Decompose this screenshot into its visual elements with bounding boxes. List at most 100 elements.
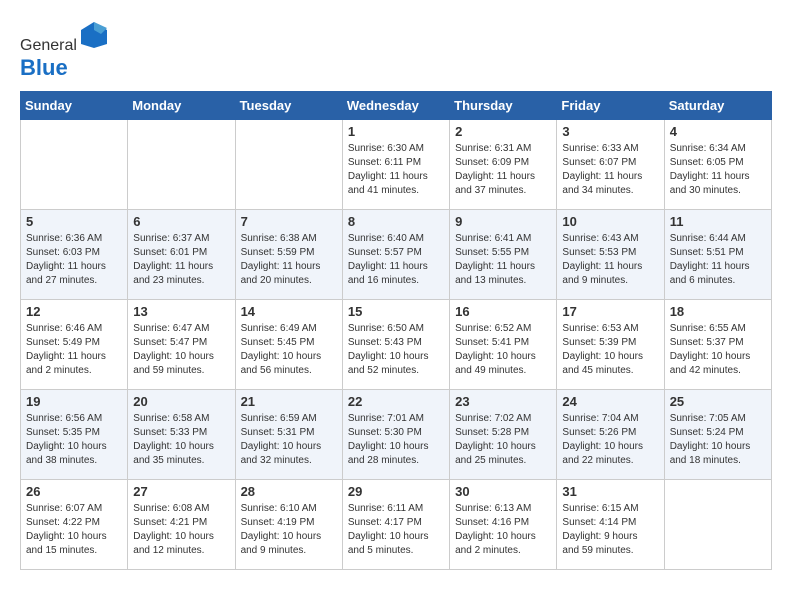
weekday-header-row: SundayMondayTuesdayWednesdayThursdayFrid… <box>21 92 772 120</box>
day-info: Sunrise: 6:38 AM Sunset: 5:59 PM Dayligh… <box>241 232 337 288</box>
calendar-week-row: 26 Sunrise: 6:07 AM Sunset: 4:22 PM Dayli… <box>21 480 772 570</box>
day-info: Sunrise: 7:04 AM Sunset: 5:26 PM Dayligh… <box>562 412 658 468</box>
calendar-cell: 14Sunrise: 6:49 AM Sunset: 5:45 PM Dayli… <box>235 300 342 390</box>
calendar-cell: 21Sunrise: 6:59 AM Sunset: 5:31 PM Dayli… <box>235 390 342 480</box>
day-info: Sunrise: 6:36 AM Sunset: 6:03 PM Dayligh… <box>26 232 122 288</box>
day-number: 17 <box>562 304 658 319</box>
calendar-cell: 26 Sunrise: 6:07 AM Sunset: 4:22 PM Dayli… <box>21 480 128 570</box>
day-number: 22 <box>348 394 444 409</box>
day-info: Sunrise: 6:07 AM Sunset: 4:22 PM Dayligh… <box>26 502 122 558</box>
calendar-cell <box>664 480 771 570</box>
logo-icon <box>79 20 109 50</box>
day-number: 14 <box>241 304 337 319</box>
day-info: Sunrise: 6:40 AM Sunset: 5:57 PM Dayligh… <box>348 232 444 288</box>
day-info: Sunrise: 6:34 AM Sunset: 6:05 PM Dayligh… <box>670 142 766 198</box>
day-number: 16 <box>455 304 551 319</box>
calendar-cell: 5 Sunrise: 6:36 AM Sunset: 6:03 PM Daylig… <box>21 210 128 300</box>
weekday-header: Thursday <box>450 92 557 120</box>
day-info: Sunrise: 6:10 AM Sunset: 4:19 PM Dayligh… <box>241 502 337 558</box>
calendar-cell: 3 Sunrise: 6:33 AM Sunset: 6:07 PM Daylig… <box>557 120 664 210</box>
calendar-cell: 13 Sunrise: 6:47 AM Sunset: 5:47 PM Dayli… <box>128 300 235 390</box>
day-info: Sunrise: 7:02 AM Sunset: 5:28 PM Dayligh… <box>455 412 551 468</box>
calendar-cell: 7 Sunrise: 6:38 AM Sunset: 5:59 PM Daylig… <box>235 210 342 300</box>
logo: General Blue <box>20 20 109 81</box>
day-info: Sunrise: 6:15 AM Sunset: 4:14 PM Dayligh… <box>562 502 658 558</box>
day-info: Sunrise: 6:31 AM Sunset: 6:09 PM Dayligh… <box>455 142 551 198</box>
day-info: Sunrise: 6:43 AM Sunset: 5:53 PM Dayligh… <box>562 232 658 288</box>
day-info: Sunrise: 6:33 AM Sunset: 6:07 PM Dayligh… <box>562 142 658 198</box>
calendar-cell: 17Sunrise: 6:53 AM Sunset: 5:39 PM Dayli… <box>557 300 664 390</box>
calendar-week-row: 19Sunrise: 6:56 AM Sunset: 5:35 PM Dayli… <box>21 390 772 480</box>
calendar-cell: 9Sunrise: 6:41 AM Sunset: 5:55 PM Daylig… <box>450 210 557 300</box>
day-info: Sunrise: 6:46 AM Sunset: 5:49 PM Dayligh… <box>26 322 122 378</box>
day-info: Sunrise: 6:52 AM Sunset: 5:41 PM Dayligh… <box>455 322 551 378</box>
day-number: 1 <box>348 124 444 139</box>
weekday-header: Friday <box>557 92 664 120</box>
calendar-cell: 15Sunrise: 6:50 AM Sunset: 5:43 PM Dayli… <box>342 300 449 390</box>
day-number: 8 <box>348 214 444 229</box>
day-number: 4 <box>670 124 766 139</box>
calendar-cell: 12 Sunrise: 6:46 AM Sunset: 5:49 PM Dayli… <box>21 300 128 390</box>
calendar-week-row: 12 Sunrise: 6:46 AM Sunset: 5:49 PM Dayli… <box>21 300 772 390</box>
day-info: Sunrise: 6:58 AM Sunset: 5:33 PM Dayligh… <box>133 412 229 468</box>
weekday-header: Sunday <box>21 92 128 120</box>
day-info: Sunrise: 6:55 AM Sunset: 5:37 PM Dayligh… <box>670 322 766 378</box>
day-number: 31 <box>562 484 658 499</box>
calendar-cell: 6 Sunrise: 6:37 AM Sunset: 6:01 PM Daylig… <box>128 210 235 300</box>
weekday-header: Wednesday <box>342 92 449 120</box>
calendar-cell: 20 Sunrise: 6:58 AM Sunset: 5:33 PM Dayli… <box>128 390 235 480</box>
calendar-week-row: 1 Sunrise: 6:30 AM Sunset: 6:11 PM Daylig… <box>21 120 772 210</box>
calendar-cell: 2 Sunrise: 6:31 AM Sunset: 6:09 PM Daylig… <box>450 120 557 210</box>
logo-blue-text: Blue <box>20 55 68 80</box>
day-number: 5 <box>26 214 122 229</box>
day-info: Sunrise: 7:05 AM Sunset: 5:24 PM Dayligh… <box>670 412 766 468</box>
day-number: 9 <box>455 214 551 229</box>
day-number: 25 <box>670 394 766 409</box>
calendar-cell: 27 Sunrise: 6:08 AM Sunset: 4:21 PM Dayli… <box>128 480 235 570</box>
calendar-cell: 24Sunrise: 7:04 AM Sunset: 5:26 PM Dayli… <box>557 390 664 480</box>
day-number: 27 <box>133 484 229 499</box>
calendar-cell <box>128 120 235 210</box>
day-number: 20 <box>133 394 229 409</box>
day-number: 3 <box>562 124 658 139</box>
day-info: Sunrise: 6:47 AM Sunset: 5:47 PM Dayligh… <box>133 322 229 378</box>
page-header: General Blue <box>20 20 772 81</box>
day-info: Sunrise: 6:37 AM Sunset: 6:01 PM Dayligh… <box>133 232 229 288</box>
day-info: Sunrise: 6:11 AM Sunset: 4:17 PM Dayligh… <box>348 502 444 558</box>
day-number: 15 <box>348 304 444 319</box>
calendar-cell <box>235 120 342 210</box>
day-info: Sunrise: 6:08 AM Sunset: 4:21 PM Dayligh… <box>133 502 229 558</box>
day-info: Sunrise: 6:44 AM Sunset: 5:51 PM Dayligh… <box>670 232 766 288</box>
day-info: Sunrise: 7:01 AM Sunset: 5:30 PM Dayligh… <box>348 412 444 468</box>
day-number: 28 <box>241 484 337 499</box>
calendar-table: SundayMondayTuesdayWednesdayThursdayFrid… <box>20 91 772 570</box>
weekday-header: Saturday <box>664 92 771 120</box>
day-number: 7 <box>241 214 337 229</box>
calendar-cell: 30Sunrise: 6:13 AM Sunset: 4:16 PM Dayli… <box>450 480 557 570</box>
day-number: 18 <box>670 304 766 319</box>
day-number: 26 <box>26 484 122 499</box>
day-info: Sunrise: 6:59 AM Sunset: 5:31 PM Dayligh… <box>241 412 337 468</box>
day-info: Sunrise: 6:56 AM Sunset: 5:35 PM Dayligh… <box>26 412 122 468</box>
calendar-cell: 1 Sunrise: 6:30 AM Sunset: 6:11 PM Daylig… <box>342 120 449 210</box>
day-number: 12 <box>26 304 122 319</box>
day-number: 6 <box>133 214 229 229</box>
day-number: 13 <box>133 304 229 319</box>
day-info: Sunrise: 6:30 AM Sunset: 6:11 PM Dayligh… <box>348 142 444 198</box>
day-number: 2 <box>455 124 551 139</box>
weekday-header: Tuesday <box>235 92 342 120</box>
calendar-cell: 19Sunrise: 6:56 AM Sunset: 5:35 PM Dayli… <box>21 390 128 480</box>
calendar-cell: 11Sunrise: 6:44 AM Sunset: 5:51 PM Dayli… <box>664 210 771 300</box>
calendar-cell: 25 Sunrise: 7:05 AM Sunset: 5:24 PM Dayli… <box>664 390 771 480</box>
day-number: 10 <box>562 214 658 229</box>
calendar-week-row: 5 Sunrise: 6:36 AM Sunset: 6:03 PM Daylig… <box>21 210 772 300</box>
calendar-cell: 29Sunrise: 6:11 AM Sunset: 4:17 PM Dayli… <box>342 480 449 570</box>
calendar-cell: 22 Sunrise: 7:01 AM Sunset: 5:30 PM Dayli… <box>342 390 449 480</box>
day-number: 23 <box>455 394 551 409</box>
calendar-cell <box>21 120 128 210</box>
calendar-cell: 28 Sunrise: 6:10 AM Sunset: 4:19 PM Dayli… <box>235 480 342 570</box>
calendar-cell: 4 Sunrise: 6:34 AM Sunset: 6:05 PM Daylig… <box>664 120 771 210</box>
calendar-cell: 23 Sunrise: 7:02 AM Sunset: 5:28 PM Dayli… <box>450 390 557 480</box>
calendar-cell: 16 Sunrise: 6:52 AM Sunset: 5:41 PM Dayli… <box>450 300 557 390</box>
weekday-header: Monday <box>128 92 235 120</box>
